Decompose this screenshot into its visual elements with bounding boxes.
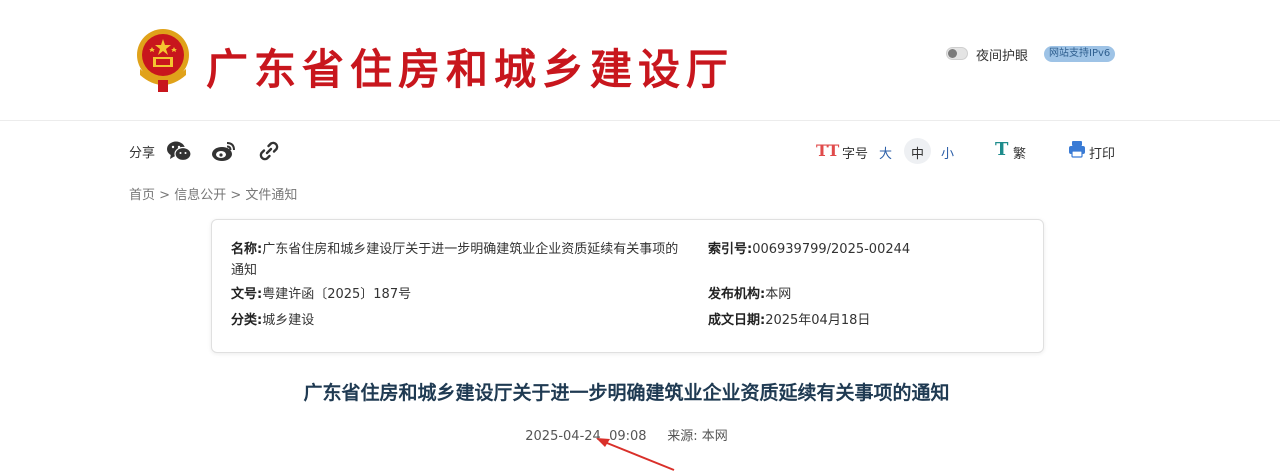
- font-size-label: 字号: [842, 147, 869, 162]
- info-doc-number-label: 文号:: [231, 287, 263, 302]
- info-doc-number-value: 粤建许函〔2025〕187号: [262, 287, 412, 302]
- info-category: 分类:城乡建设: [231, 310, 314, 331]
- info-name-value: 广东省住房和城乡建设厅关于进一步明确建筑业企业资质延续有关事项的通知: [231, 242, 679, 278]
- info-doc-number: 文号:粤建许函〔2025〕187号: [231, 284, 411, 305]
- site-title: 广东省住房和城乡建设厅: [206, 45, 735, 94]
- breadcrumb-info-public[interactable]: 信息公开: [174, 188, 226, 203]
- info-name-label: 名称:: [231, 242, 263, 257]
- ipv6-badge: 网站支持IPv6: [1044, 46, 1116, 62]
- traditional-chinese-button[interactable]: 繁: [1013, 143, 1026, 162]
- breadcrumb-separator: >: [159, 188, 171, 203]
- print-button[interactable]: 打印: [1089, 143, 1115, 162]
- article-source-value: 本网: [701, 429, 728, 444]
- info-index: 索引号:006939799/2025-00244: [708, 239, 910, 260]
- info-name: 名称:广东省住房和城乡建设厅关于进一步明确建筑业企业资质延续有关事项的通知: [231, 239, 691, 281]
- toggle-knob: [948, 49, 957, 58]
- font-size-icon: TT: [816, 141, 840, 160]
- info-index-label: 索引号:: [708, 242, 753, 257]
- info-category-label: 分类:: [231, 313, 263, 328]
- font-size-small-button[interactable]: 小: [941, 143, 954, 162]
- link-icon[interactable]: [256, 138, 282, 164]
- annotation-arrow-icon: [596, 438, 675, 471]
- share-label: 分享: [129, 146, 156, 161]
- breadcrumb: 首页 > 信息公开 > 文件通知: [129, 184, 297, 203]
- wechat-icon[interactable]: [166, 138, 192, 164]
- info-index-value: 006939799/2025-00244: [752, 242, 911, 257]
- info-date-value: 2025年04月18日: [765, 313, 871, 328]
- article-title: 广东省住房和城乡建设厅关于进一步明确建筑业企业资质延续有关事项的通知: [303, 382, 950, 404]
- font-size-medium-button[interactable]: 中: [911, 143, 924, 162]
- weibo-icon[interactable]: [211, 138, 237, 164]
- info-publisher-value: 本网: [765, 287, 792, 302]
- night-mode-toggle[interactable]: [946, 47, 968, 60]
- breadcrumb-home[interactable]: 首页: [129, 188, 155, 203]
- info-date: 成文日期:2025年04月18日: [708, 310, 870, 331]
- traditional-chinese-icon: T: [995, 139, 1009, 160]
- breadcrumb-file-notice[interactable]: 文件通知: [245, 188, 297, 203]
- night-mode-label[interactable]: 夜间护眼: [976, 45, 1028, 64]
- info-category-value: 城乡建设: [262, 313, 315, 328]
- breadcrumb-separator: >: [230, 188, 242, 203]
- info-publisher-label: 发布机构:: [708, 287, 766, 302]
- national-emblem-icon: [137, 29, 189, 92]
- info-date-label: 成文日期:: [708, 313, 766, 328]
- document-info-card: 名称:广东省住房和城乡建设厅关于进一步明确建筑业企业资质延续有关事项的通知 文号…: [211, 219, 1044, 353]
- font-size-large-button[interactable]: 大: [879, 143, 892, 162]
- printer-icon[interactable]: [1068, 140, 1086, 158]
- info-publisher: 发布机构:本网: [708, 284, 791, 305]
